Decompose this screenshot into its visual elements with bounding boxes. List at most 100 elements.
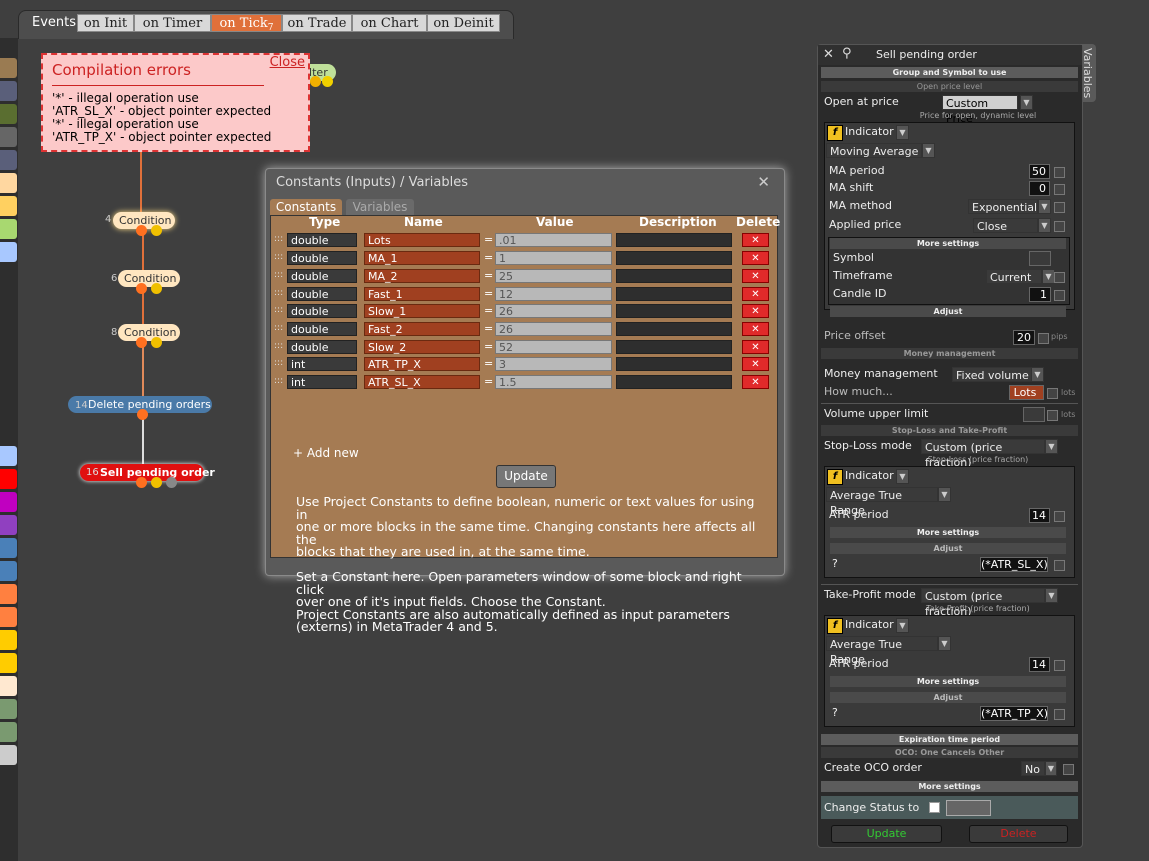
palette-swatch[interactable] [0,561,17,581]
update-button[interactable]: Update [496,465,556,488]
palette-swatch[interactable] [0,104,17,124]
constant-value-field[interactable]: 12 [495,287,612,301]
palette-swatch[interactable] [0,515,17,535]
chevron-down-icon[interactable]: ▼ [896,125,909,140]
constant-description-field[interactable] [616,233,732,247]
checkbox[interactable] [1054,560,1065,571]
checkbox[interactable] [1054,290,1065,301]
palette-swatch[interactable] [0,607,17,627]
palette-swatch[interactable] [0,722,17,742]
checkbox[interactable] [1054,511,1065,522]
chevron-down-icon[interactable]: ▼ [1020,95,1033,110]
stop-loss-mode-select[interactable]: Custom (price fraction) [921,439,1045,469]
flow-node-condition[interactable]: Condition [118,270,180,287]
constant-type-field[interactable]: double [287,233,357,247]
sl-indicator-select[interactable]: Average True Range [826,487,938,517]
constant-name-field[interactable]: Slow_1 [364,304,480,318]
drag-handle-icon[interactable]: ::: [274,270,283,280]
constant-name-field[interactable]: MA_2 [364,269,480,283]
chevron-down-icon[interactable]: ▼ [1045,761,1057,776]
palette-swatch[interactable] [0,81,17,101]
delete-constant-button[interactable]: ✕ [742,233,769,247]
palette-swatch[interactable] [0,630,17,650]
checkbox[interactable] [1054,660,1065,671]
constant-name-field[interactable]: Lots [364,233,480,247]
delete-constant-button[interactable]: ✕ [742,375,769,389]
section-header[interactable]: More settings [830,676,1066,687]
palette-swatch[interactable] [0,58,17,78]
constant-description-field[interactable] [616,304,732,318]
sl-atr-period-input[interactable]: 14 [1029,508,1050,523]
node-output-dot[interactable] [151,477,162,488]
chevron-down-icon[interactable]: ▼ [938,636,951,651]
constant-name-field[interactable]: ATR_SL_X [364,375,480,389]
errors-close-link[interactable]: Close [270,55,305,70]
chevron-down-icon[interactable]: ▼ [1045,588,1058,603]
constant-name-field[interactable]: Fast_1 [364,287,480,301]
palette-swatch[interactable] [0,242,17,262]
constant-description-field[interactable] [616,375,732,389]
change-status-input[interactable] [946,800,991,816]
tp-expression-input[interactable]: (*ATR_TP_X) [980,706,1048,721]
palette-swatch[interactable] [0,745,17,765]
checkbox[interactable] [1054,709,1065,720]
symbol-input[interactable] [1029,251,1051,266]
oco-select[interactable]: No [1021,761,1045,776]
constant-name-field[interactable]: Fast_2 [364,322,480,336]
ma-period-input[interactable]: 50 [1029,164,1050,179]
close-icon[interactable]: ✕ [757,173,770,191]
palette-swatch[interactable] [0,150,17,170]
tp-atr-period-input[interactable]: 14 [1029,657,1050,672]
constant-value-field[interactable]: .01 [495,233,612,247]
how-much-input[interactable]: Lots [1009,385,1044,400]
chevron-down-icon[interactable]: ▼ [922,143,935,158]
section-header[interactable]: Adjust [830,306,1066,317]
change-status-checkbox[interactable] [929,802,940,813]
take-profit-mode-select[interactable]: Custom (price fraction) [921,588,1045,618]
chevron-down-icon[interactable]: ▼ [1038,199,1051,214]
palette-swatch[interactable] [0,492,17,512]
checkbox[interactable] [1054,272,1065,283]
volume-upper-input[interactable] [1023,407,1045,422]
applied-price-select[interactable]: Close price [973,218,1038,248]
checkbox[interactable] [1047,388,1058,399]
palette-swatch[interactable] [0,653,17,673]
constant-type-field[interactable]: double [287,251,357,265]
tab-on-init[interactable]: on Init [77,14,134,32]
delete-constant-button[interactable]: ✕ [742,287,769,301]
timeframe-select[interactable]: Current [986,269,1042,284]
constant-type-field[interactable]: int [287,357,357,371]
pin-icon[interactable]: ⚲ [842,46,852,61]
constant-value-field[interactable]: 25 [495,269,612,283]
delete-button[interactable]: Delete [969,825,1068,843]
tab-variables[interactable]: Variables [346,199,414,215]
tp-indicator-select[interactable]: Average True Range [826,636,938,666]
node-output-dot[interactable] [136,477,147,488]
tab-constants[interactable]: Constants [270,199,342,215]
tab-on-trade[interactable]: on Trade [282,14,352,32]
constant-value-field[interactable]: 26 [495,322,612,336]
palette-swatch[interactable] [0,469,17,489]
constant-type-field[interactable]: double [287,340,357,354]
constant-description-field[interactable] [616,322,732,336]
chevron-down-icon[interactable]: ▼ [896,618,909,633]
update-button[interactable]: Update [831,825,942,843]
node-output-dot[interactable] [151,337,162,348]
node-output-dot[interactable] [136,283,147,294]
candle-id-input[interactable]: 1 [1029,287,1051,302]
delete-constant-button[interactable]: ✕ [742,304,769,318]
palette-swatch[interactable] [0,196,17,216]
constant-description-field[interactable] [616,287,732,301]
open-at-price-select[interactable]: Custom Price [942,95,1018,125]
sl-expression-input[interactable]: (*ATR_SL_X) [980,557,1048,572]
node-output-dot[interactable] [136,337,147,348]
section-header[interactable]: More settings [830,527,1066,538]
ma-method-select[interactable]: Exponential [968,199,1038,214]
drag-handle-icon[interactable]: ::: [274,341,283,351]
drag-handle-icon[interactable]: ::: [274,305,283,315]
indicator-select[interactable]: Moving Average [826,143,922,158]
chevron-down-icon[interactable]: ▼ [938,487,951,502]
constant-value-field[interactable]: 1 [495,251,612,265]
section-header[interactable]: More settings [821,781,1078,792]
constant-description-field[interactable] [616,340,732,354]
